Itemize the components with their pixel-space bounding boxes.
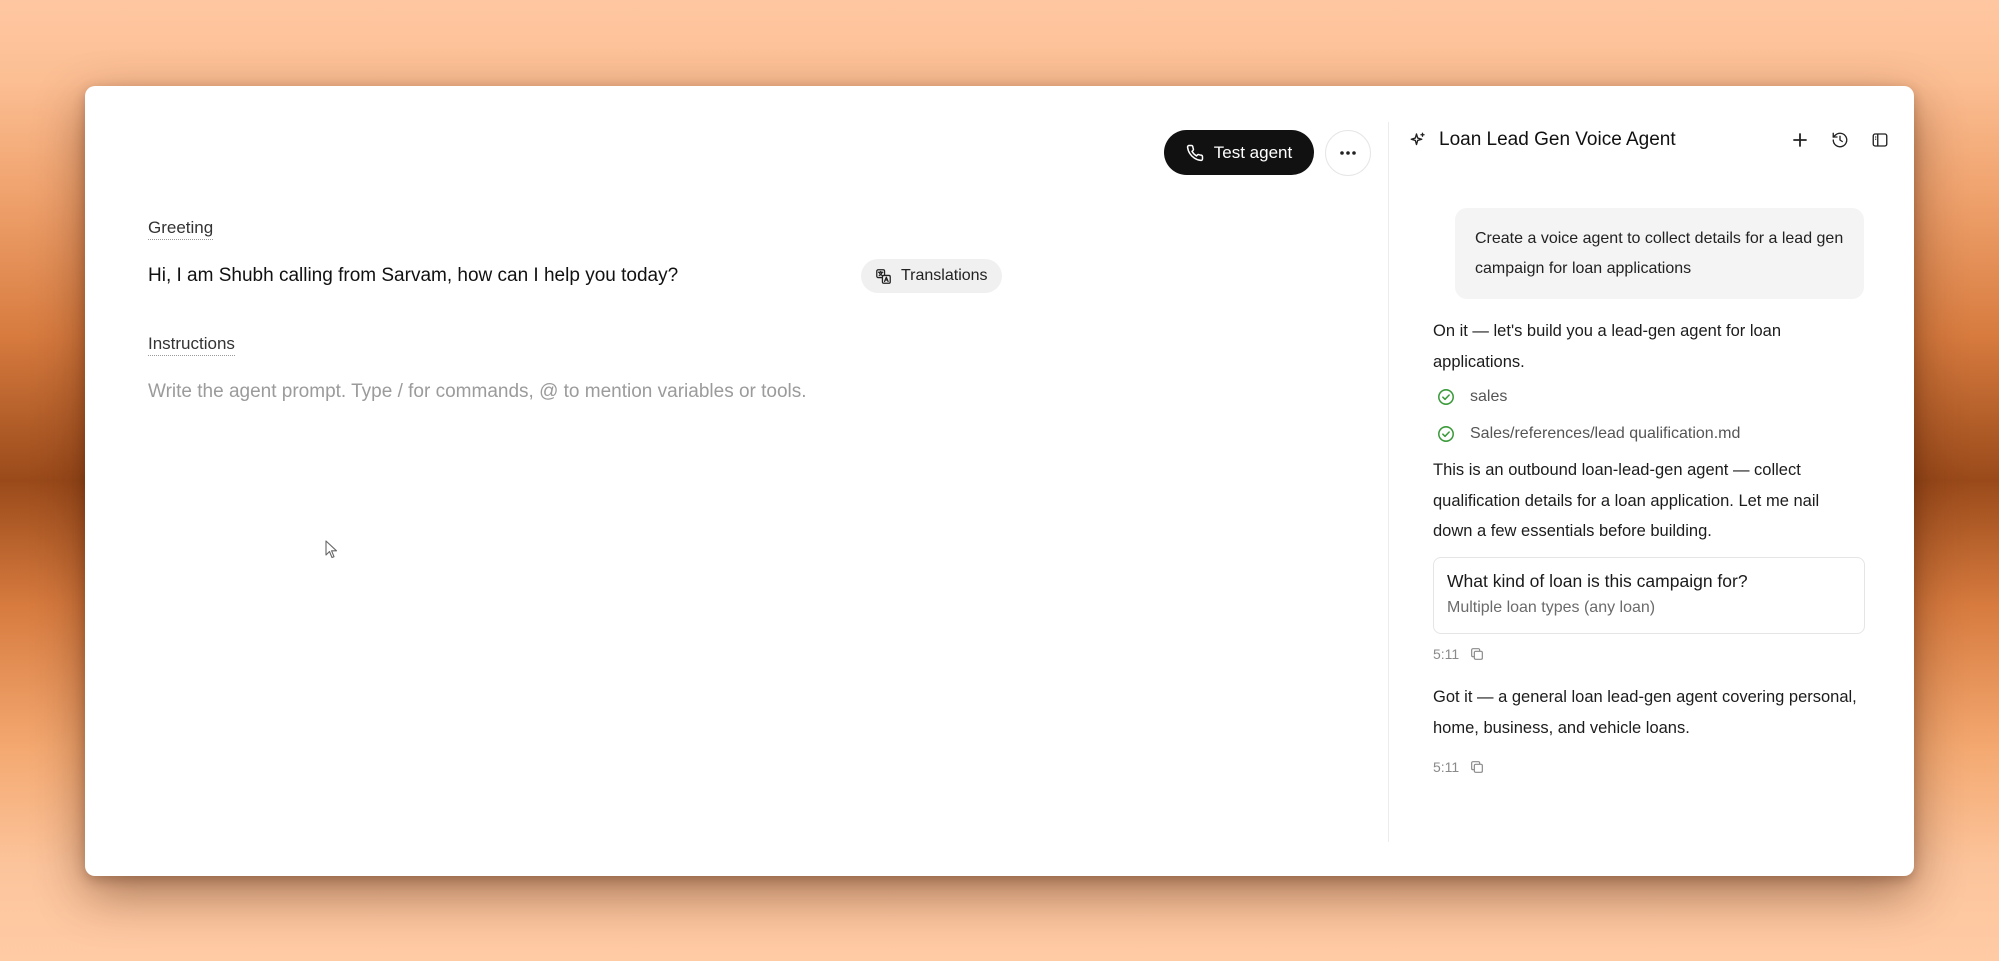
test-agent-button[interactable]: Test agent [1164,130,1314,175]
question-card[interactable]: What kind of loan is this campaign for? … [1433,557,1865,634]
user-message: Create a voice agent to collect details … [1455,208,1864,299]
message-meta: 5:11 [1433,759,1485,775]
history-button[interactable] [1830,130,1850,150]
step-label: Sales/references/lead qualification.md [1470,425,1741,442]
message-meta: 5:11 [1433,646,1485,662]
assistant-panel: Loan Lead Gen Voice Agent Create a voice… [1389,86,1914,876]
instructions-label: Instructions [148,334,235,356]
timestamp: 5:11 [1433,759,1460,775]
greeting-label: Greeting [148,218,214,240]
sidebar-icon [1871,131,1889,149]
assistant-message-intro: On it — let's build you a lead-gen agent… [1433,322,1782,371]
toggle-panel-button[interactable] [1870,130,1890,150]
panel-header: Loan Lead Gen Voice Agent [1409,126,1890,154]
copy-icon[interactable] [1469,646,1485,662]
app-window: Test agent Greeting Hi, I am Shubh calli… [85,86,1914,876]
sparkle-icon [1409,131,1427,149]
translate-icon [875,268,892,285]
new-chat-button[interactable] [1790,130,1810,150]
step-item: Sales/references/lead qualification.md [1437,425,1740,443]
plus-icon [1792,132,1808,148]
check-circle-icon [1437,425,1455,443]
ellipsis-icon [1340,151,1356,155]
panel-title: Loan Lead Gen Voice Agent [1439,129,1676,150]
translations-button[interactable]: Translations [861,259,1002,293]
assistant-message-body: This is an outbound loan-lead-gen agent … [1433,461,1820,540]
translations-label: Translations [901,267,988,284]
question-answer: Multiple loan types (any loan) [1447,599,1656,616]
panel-actions [1790,126,1890,154]
check-circle-icon [1437,388,1455,406]
timestamp: 5:11 [1433,646,1460,662]
test-agent-label: Test agent [1213,142,1293,162]
greeting-text[interactable]: Hi, I am Shubh calling from Sarvam, how … [148,264,678,288]
instructions-input[interactable]: Write the agent prompt. Type / for comma… [148,380,807,404]
question-text: What kind of loan is this campaign for? [1447,571,1748,591]
more-options-button[interactable] [1325,130,1371,176]
agent-editor: Test agent Greeting Hi, I am Shubh calli… [85,86,1388,876]
mouse-pointer-icon [325,540,339,565]
step-label: sales [1470,388,1508,405]
copy-icon[interactable] [1469,759,1485,775]
assistant-message-followup: Got it — a general loan lead-gen agent c… [1433,688,1857,737]
phone-icon [1186,144,1204,162]
history-icon [1831,131,1849,149]
step-item: sales [1437,388,1507,406]
